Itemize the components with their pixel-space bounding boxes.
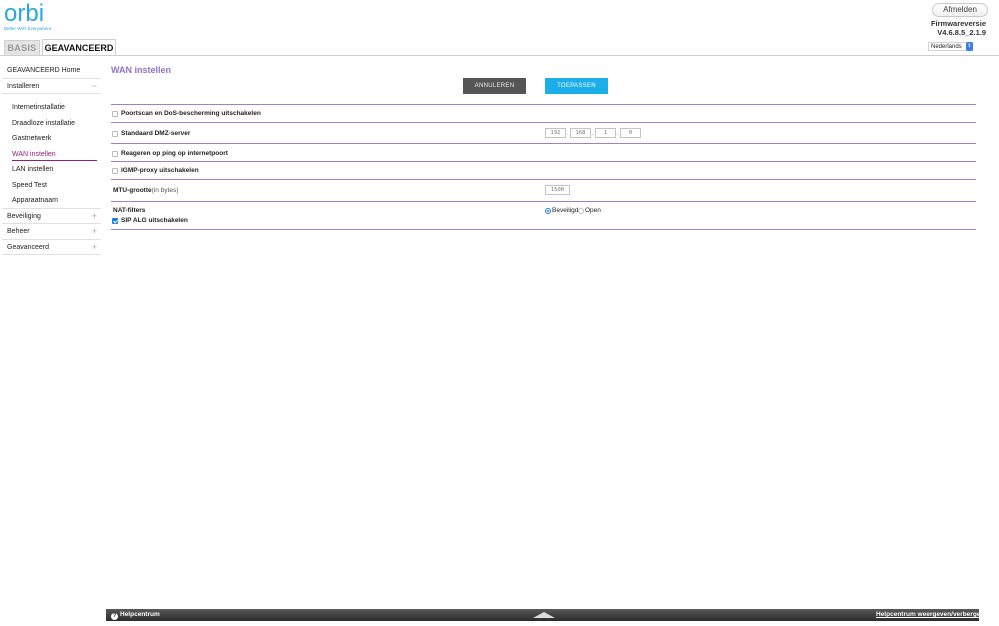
igmp-checkbox[interactable]	[112, 168, 118, 174]
sidebar-item-label: GEAVANCEERD Home	[7, 67, 81, 74]
sip-alg-checkbox[interactable]	[112, 218, 118, 224]
mtu-unit: (in bytes)	[151, 187, 179, 194]
mtu-label: MTU-grootte(in bytes)	[113, 187, 178, 194]
nat-secure-label: Beveiligd	[552, 207, 579, 214]
logo-wordmark: orbi	[4, 0, 45, 27]
logo-tagline: Better WiFi Everywhere	[4, 26, 52, 31]
sip-alg-label: SIP ALG uitschakelen	[121, 217, 188, 224]
tab-geavanceerd[interactable]: GEAVANCEERD	[42, 39, 116, 56]
section-divider	[111, 122, 976, 123]
active-underline	[12, 160, 97, 161]
sidebar-subitem-draadloze-installatie[interactable]: Draadloze installatie	[2, 116, 101, 132]
ping-checkbox[interactable]	[112, 151, 118, 157]
help-center-link[interactable]: ? Helpcentrum	[111, 611, 160, 620]
nat-open-radio[interactable]	[578, 208, 584, 214]
logout-button[interactable]: Afmelden	[932, 3, 988, 17]
portscan-checkbox[interactable]	[112, 111, 118, 117]
sidebar-item-label: WAN instellen	[12, 150, 56, 158]
dmz-ip-octet-1[interactable]: 192	[545, 128, 566, 138]
apply-button[interactable]: TOEPASSEN	[545, 78, 608, 94]
ip-separator: .	[567, 131, 569, 137]
dmz-label: Standaard DMZ-server	[121, 130, 191, 137]
sidebar-item-beheer[interactable]: Beheer +	[2, 224, 101, 240]
section-divider	[111, 161, 976, 162]
dmz-ip-octet-2[interactable]: 168	[570, 128, 591, 138]
igmp-label: IGMP-proxy uitschakelen	[121, 167, 199, 174]
help-icon: ?	[111, 613, 118, 620]
sidebar-item-label: Draadloze installatie	[12, 119, 76, 127]
header-divider	[0, 55, 999, 56]
firmware-version: V4.6.8.5_2.1.9	[937, 28, 986, 37]
ping-label: Reageren op ping op internetpoort	[121, 150, 228, 157]
sidebar-subitem-gastnetwerk[interactable]: Gastnetwerk	[2, 131, 101, 147]
nat-open-label: Open	[585, 207, 601, 214]
sidebar-subitem-wan-instellen[interactable]: WAN instellen	[2, 147, 101, 163]
sidebar-item-label: LAN instellen	[12, 166, 54, 173]
section-divider	[111, 229, 976, 230]
section-divider	[111, 104, 976, 105]
dmz-checkbox[interactable]	[112, 131, 118, 137]
sidebar-subitem-apparaatnaam[interactable]: Apparaatnaam	[2, 193, 101, 209]
sidebar-item-label: Speed Test	[12, 181, 47, 189]
tab-basis[interactable]: BASIS	[4, 40, 40, 55]
sidebar-subitem-internetinstallatie[interactable]: Internetinstallatie	[2, 100, 101, 116]
section-divider	[111, 201, 976, 202]
help-center-toggle-link[interactable]: Helpcentrum weergeven/verbergen	[876, 611, 984, 618]
ip-separator: .	[592, 131, 594, 137]
sidebar-item-label: Gastnetwerk	[12, 135, 52, 142]
cancel-button[interactable]: ANNULEREN	[463, 78, 526, 94]
sidebar-item-geavanceerd[interactable]: Geavanceerd +	[2, 240, 101, 255]
chevron-updown-icon: ⇕	[966, 42, 973, 51]
ip-separator: .	[617, 131, 619, 137]
nat-filters-label: NAT-filters	[113, 207, 146, 214]
firmware-label: Firmwareversie	[930, 19, 986, 28]
sidebar-item-home[interactable]: GEAVANCEERD Home	[2, 63, 101, 79]
sidebar-item-label: Apparaatnaam	[12, 197, 58, 204]
portscan-label: Poortscan en DoS-bescherming uitschakele…	[121, 110, 261, 117]
sidebar-item-label: Internetinstallatie	[12, 104, 65, 111]
language-select[interactable]: Nederlands ⇕	[928, 42, 973, 51]
sidebar: GEAVANCEERD Home Installeren − Interneti…	[2, 63, 101, 255]
nat-secure-radio[interactable]	[545, 208, 551, 214]
dmz-ip-octet-4[interactable]: 0	[620, 128, 641, 138]
mtu-input[interactable]: 1500	[545, 185, 570, 195]
chevron-up-icon[interactable]	[533, 612, 555, 618]
sidebar-subitem-speed-test[interactable]: Speed Test	[2, 178, 101, 194]
sidebar-item-label: Geavanceerd	[7, 243, 50, 251]
expand-icon[interactable]: +	[92, 209, 97, 224]
sidebar-subitem-lan-instellen[interactable]: LAN instellen	[2, 162, 101, 178]
collapse-icon[interactable]: −	[92, 79, 97, 94]
sidebar-item-beveiliging[interactable]: Beveiliging +	[2, 209, 101, 224]
mtu-label-text: MTU-grootte	[113, 187, 152, 194]
sidebar-item-label: Installeren	[7, 82, 40, 90]
language-value: Nederlands	[931, 44, 962, 50]
page-title: WAN instellen	[111, 65, 172, 75]
sidebar-item-installeren[interactable]: Installeren −	[2, 79, 101, 94]
dmz-ip-octet-3[interactable]: 1	[595, 128, 616, 138]
sidebar-item-label: Beheer	[7, 228, 30, 235]
expand-icon[interactable]: +	[92, 240, 97, 255]
expand-icon[interactable]: +	[92, 224, 97, 239]
sidebar-item-label: Beveiliging	[7, 212, 41, 220]
help-center-label: Helpcentrum	[120, 611, 160, 618]
orbi-logo: orbi Better WiFi Everywhere	[4, 0, 64, 37]
section-divider	[111, 143, 976, 144]
section-divider	[111, 179, 976, 180]
